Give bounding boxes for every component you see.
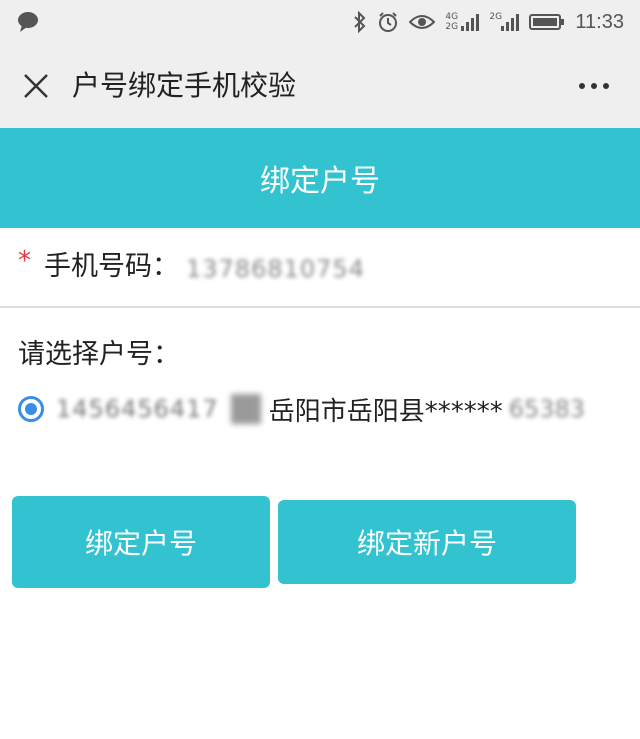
- signal-icon: 4G 2G: [445, 11, 480, 33]
- network-type-label: 4G: [445, 12, 459, 22]
- eye-icon: [409, 13, 436, 31]
- radio-button[interactable]: [18, 396, 44, 422]
- bluetooth-icon: [353, 11, 367, 33]
- page-title: 户号绑定手机校验: [72, 69, 297, 102]
- battery-icon: [529, 13, 565, 31]
- alarm-icon: [377, 11, 399, 33]
- account-name-mask: [230, 394, 261, 424]
- close-icon[interactable]: [16, 66, 56, 106]
- account-option[interactable]: 1456456417 岳阳市岳阳县****** 65383: [18, 388, 585, 430]
- chat-bubble-icon: [16, 10, 40, 34]
- title-bar: 户号绑定手机校验: [0, 44, 640, 128]
- bind-new-account-button[interactable]: 绑定新户号: [278, 500, 576, 584]
- status-icons: 4G 2G 2G 11:33: [353, 8, 624, 36]
- banner-title: 绑定户号: [260, 164, 380, 199]
- radio-selected-dot: [25, 403, 37, 415]
- status-bar: 4G 2G 2G 11:33: [0, 0, 640, 44]
- more-icon[interactable]: [572, 68, 616, 104]
- signal-icon: 2G: [489, 11, 520, 33]
- phone-value: 13786810754: [186, 255, 365, 283]
- network-type-label: 2G: [489, 12, 503, 22]
- status-time: 11:33: [575, 10, 624, 33]
- phone-label: 手机号码：: [44, 251, 179, 282]
- account-region: 岳阳市岳阳县******: [268, 396, 503, 427]
- bind-account-button[interactable]: 绑定户号: [12, 496, 270, 588]
- account-number: 1456456417: [56, 395, 219, 423]
- account-select-label: 请选择户号：: [18, 339, 180, 370]
- phone-row: * 手机号码： 13786810754: [0, 228, 640, 308]
- header-banner: 绑定户号: [0, 128, 640, 228]
- required-mark: *: [18, 246, 31, 276]
- network-type-label: 2G: [445, 22, 459, 32]
- account-suffix: 65383: [508, 395, 586, 423]
